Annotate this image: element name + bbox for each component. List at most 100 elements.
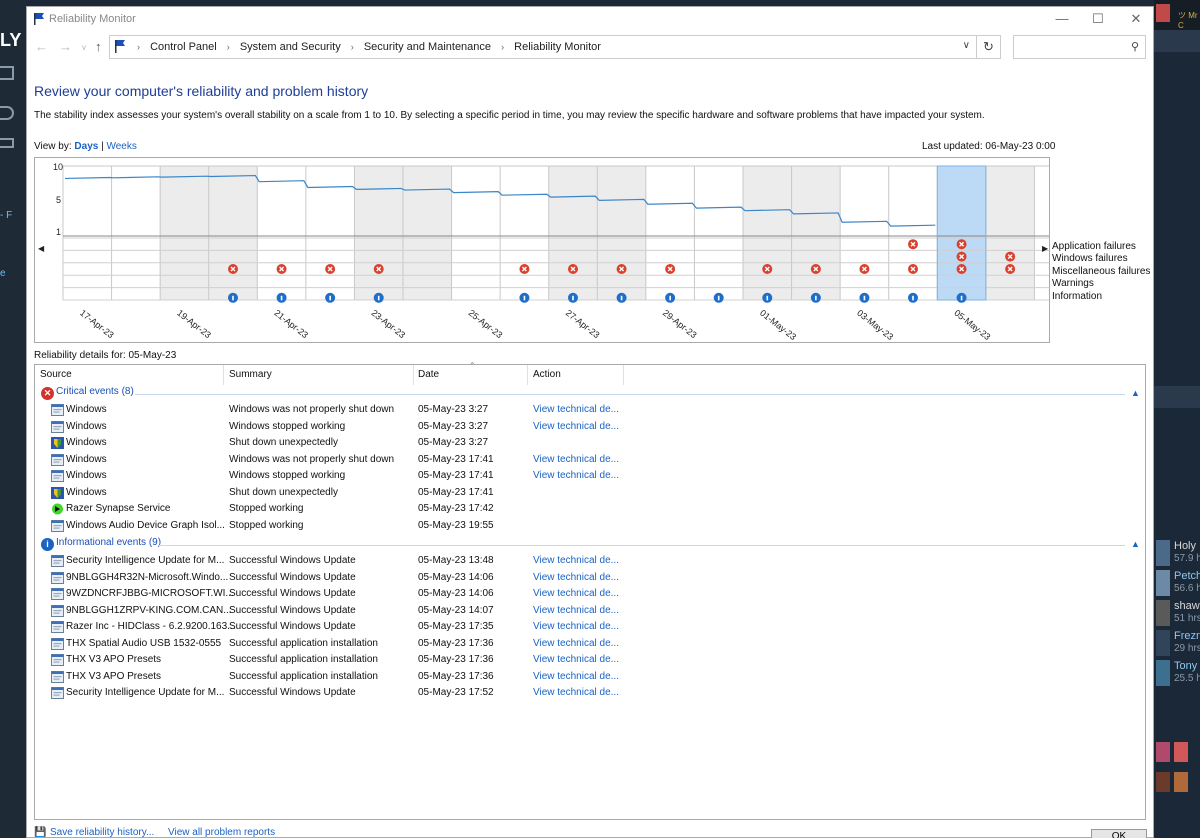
close-button[interactable]: ✕ — [1117, 7, 1155, 33]
view-technical-details-link[interactable]: View technical de... — [533, 621, 619, 632]
maximize-button[interactable]: ☐ — [1079, 7, 1117, 33]
address-dropdown-icon[interactable]: ∨ — [963, 40, 970, 51]
row-date: 05-May-23 14:06 — [418, 571, 494, 583]
table-row[interactable]: Razer Synapse Service Stopped working 05-M… — [35, 502, 1145, 519]
details-for-label: Reliability details for: 05-May-23 — [34, 350, 177, 361]
row-date: 05-May-23 17:52 — [418, 687, 494, 698]
table-row[interactable]: Security Intelligence Update for M... Suc… — [35, 554, 1145, 571]
table-row[interactable]: Windows Windows stopped working 05-May-23 … — [35, 469, 1145, 486]
friend-item[interactable]: shaw 51 hrs — [1156, 598, 1200, 628]
view-technical-details-link[interactable]: View technical de... — [533, 687, 619, 698]
row-summary: Stopped working — [229, 503, 304, 514]
save-history-icon: 💾 — [34, 827, 47, 838]
save-reliability-history-link[interactable]: Save reliability history... — [50, 827, 154, 838]
day-column — [63, 166, 112, 300]
column-header-action[interactable]: Action — [533, 369, 561, 380]
info-icon: i — [41, 538, 54, 551]
view-technical-details-link[interactable]: View technical de... — [533, 572, 619, 583]
day-column — [354, 166, 403, 300]
x-tick-label: 17-Apr-23 — [78, 308, 116, 341]
view-weeks-link[interactable]: Weeks — [106, 141, 136, 152]
ok-button[interactable]: OK — [1091, 829, 1147, 838]
refresh-button[interactable]: ↻ — [977, 35, 1001, 59]
window-title: Reliability Monitor — [49, 13, 136, 25]
chart-scroll-right-icon[interactable]: ▶ — [1042, 244, 1048, 253]
breadcrumb: › Control Panel › System and Security › … — [130, 41, 601, 53]
view-technical-details-link[interactable]: View technical de... — [533, 404, 619, 415]
friend-item[interactable]: Holy 57.9 h — [1156, 538, 1200, 568]
table-row[interactable]: Windows Windows stopped working 05-May-23 … — [35, 420, 1145, 437]
table-row[interactable]: Security Intelligence Update for M... Suc… — [35, 686, 1145, 703]
reliability-chart-svg[interactable]: 17-Apr-23 19-Apr-23 21-Apr-23 23-Apr-23 25-A… — [35, 158, 1051, 344]
view-technical-details-link[interactable]: View technical de... — [533, 588, 619, 599]
search-input[interactable]: ⚲ — [1013, 35, 1146, 59]
table-row[interactable]: Windows Shut down unexpectedly 05-May-23 1… — [35, 486, 1145, 503]
background-thumbnail — [1174, 772, 1188, 792]
info-marker-glyph — [766, 295, 769, 301]
view-technical-details-link[interactable]: View technical de... — [533, 421, 619, 432]
x-tick-label: 21-Apr-23 — [272, 308, 310, 341]
table-row[interactable]: Windows Windows was not properly shut dow… — [35, 453, 1145, 470]
table-row[interactable]: THX V3 APO Presets Successful application… — [35, 670, 1145, 687]
collapse-chevron-icon[interactable]: ▲ — [1131, 539, 1140, 549]
row-date: 05-May-23 3:27 — [418, 404, 489, 415]
table-row[interactable]: THX Spatial Audio USB 1532-0555 Successfu… — [35, 637, 1145, 654]
table-row[interactable]: Windows Windows was not properly shut dow… — [35, 403, 1145, 420]
day-column — [743, 166, 792, 300]
chart-scroll-left-icon[interactable]: ◀ — [38, 244, 44, 253]
view-technical-details-link[interactable]: View technical de... — [533, 654, 619, 665]
row-date: 05-May-23 17:41 — [418, 470, 494, 481]
table-row[interactable]: Windows Audio Device Graph Isol... Stoppe… — [35, 519, 1145, 536]
chart-row-labels: Application failures Windows failures Mi… — [1052, 241, 1150, 303]
row-summary: Stopped working — [229, 519, 304, 531]
table-row[interactable]: Windows Shut down unexpectedly 05-May-23 3… — [35, 436, 1145, 453]
info-marker-glyph — [572, 295, 574, 301]
x-tick-label: 05-May-23 — [952, 308, 992, 342]
informational-events-group[interactable]: i Informational events (9) — [41, 537, 161, 551]
breadcrumb-system-and-security[interactable]: System and Security — [240, 41, 341, 53]
table-row[interactable]: THX V3 APO Presets Successful application… — [35, 653, 1145, 670]
view-all-problem-reports-link[interactable]: View all problem reports — [168, 827, 275, 838]
minimize-button[interactable]: — — [1043, 7, 1081, 33]
column-header-date[interactable]: Date — [418, 369, 439, 380]
breadcrumb-reliability-monitor[interactable]: Reliability Monitor — [514, 41, 601, 53]
day-column — [985, 166, 1035, 300]
column-header-summary[interactable]: Summary — [229, 369, 272, 380]
informational-events-label: Informational events (9) — [56, 537, 162, 548]
row-date: 05-May-23 17:36 — [418, 670, 494, 682]
view-technical-details-link[interactable]: View technical de... — [533, 638, 619, 649]
address-bar[interactable]: › Control Panel › System and Security › … — [109, 35, 977, 59]
page-heading: Review your computer's reliability and p… — [34, 83, 369, 99]
back-arrow-icon[interactable]: ← — [35, 39, 48, 54]
window-icon — [51, 588, 64, 600]
friend-item[interactable]: Frezn 29 hrs — [1156, 628, 1200, 658]
row-date: 05-May-23 14:06 — [418, 588, 494, 599]
column-header-source[interactable]: Source — [40, 369, 72, 380]
recent-pages-chevron-icon[interactable]: ∨ — [81, 43, 87, 52]
view-technical-details-link[interactable]: View technical de... — [533, 454, 619, 465]
up-arrow-icon[interactable]: ↑ — [95, 39, 102, 54]
view-technical-details-link[interactable]: View technical de... — [533, 555, 619, 566]
breadcrumb-control-panel[interactable]: Control Panel — [150, 41, 217, 53]
critical-events-group[interactable]: ✕ Critical events (8) — [41, 386, 134, 400]
forward-arrow-icon[interactable]: → — [59, 39, 72, 54]
table-row[interactable]: Razer Inc - HIDClass - 6.2.9200.163... Su… — [35, 620, 1145, 637]
view-days-link[interactable]: Days — [74, 141, 98, 152]
view-technical-details-link[interactable]: View technical de... — [533, 671, 619, 682]
collapse-chevron-icon[interactable]: ▲ — [1131, 388, 1140, 398]
row-label-warnings: Warnings — [1052, 278, 1094, 290]
breadcrumb-separator-icon: › — [501, 42, 505, 52]
table-row[interactable]: 9NBLGGH4R32N-Microsoft.Windo... Successfu… — [35, 571, 1145, 588]
breadcrumb-security-and-maintenance[interactable]: Security and Maintenance — [364, 41, 491, 53]
table-row[interactable]: 9WZDNCRFJBBG-MICROSOFT.WI... Successful W… — [35, 587, 1145, 604]
row-summary: Shut down unexpectedly — [229, 486, 338, 498]
row-date: 05-May-23 17:42 — [418, 503, 494, 514]
reliability-chart[interactable]: 17-Apr-23 19-Apr-23 21-Apr-23 23-Apr-23 25-A… — [34, 157, 1050, 343]
row-source: THX V3 APO Presets — [66, 670, 162, 682]
info-marker-glyph — [280, 295, 283, 301]
friend-item[interactable]: Petch 56.6 h — [1156, 568, 1200, 598]
friend-item[interactable]: Tony 25.5 h — [1156, 658, 1200, 688]
table-row[interactable]: 9NBLGGH1ZRPV-KING.COM.CAN... Successful W… — [35, 604, 1145, 621]
view-technical-details-link[interactable]: View technical de... — [533, 605, 619, 616]
view-technical-details-link[interactable]: View technical de... — [533, 470, 619, 481]
